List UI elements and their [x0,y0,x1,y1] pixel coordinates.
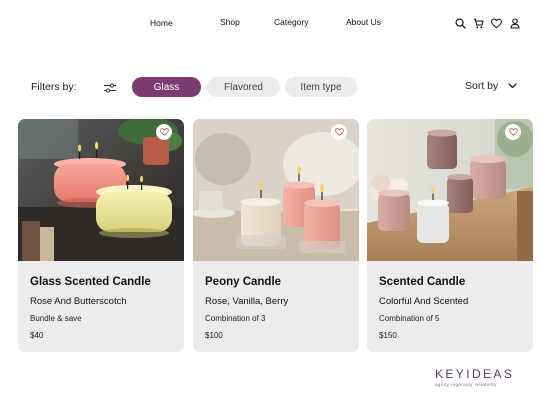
product-price: $40 [30,331,44,340]
product-image [18,119,184,261]
product-price: $150 [379,331,397,340]
product-subtitle: Rose, Vanilla, Berry [205,296,289,307]
nav-home-link[interactable]: Home [150,18,173,28]
favorite-heart-icon[interactable] [156,124,172,140]
product-subtitle: Rose And Butterscotch [30,296,127,307]
nav-icon-group [454,17,521,30]
product-price: $100 [205,331,223,340]
product-card[interactable]: Glass Scented Candle Rose And Butterscot… [18,119,184,352]
brand-logo: KEYIDEAS agility·ingenuity·reliability [435,367,514,387]
sort-label: Sort by [465,80,499,92]
sort-dropdown[interactable]: Sort by [465,80,517,92]
product-image [367,119,533,261]
product-card[interactable]: Scented Candle Colorful And Scented Comb… [367,119,533,352]
user-icon[interactable] [508,17,521,30]
product-title: Peony Candle [205,276,282,288]
nav-shop-link[interactable]: Shop [220,17,240,27]
cart-icon[interactable] [472,17,485,30]
filter-chip-glass[interactable]: Glass [132,77,201,97]
filter-chip-flavored[interactable]: Flavored [207,77,280,97]
brand-name: KEYIDEAS [435,367,515,381]
product-subtitle: Colorful And Scented [379,296,469,307]
heart-icon[interactable] [490,17,503,30]
chevron-down-icon [508,83,517,89]
product-note: Bundle & save [30,314,82,323]
product-card[interactable]: Peony Candle Rose, Vanilla, Berry Combin… [193,119,359,352]
product-image [193,119,359,261]
search-icon[interactable] [454,17,467,30]
product-note: Combination of 3 [205,314,266,323]
filter-bar: Filters by: Glass Flavored Item type Sor… [0,77,541,97]
brand-tagline: agility·ingenuity·reliability [435,382,497,387]
favorite-heart-icon[interactable] [331,124,347,140]
favorite-heart-icon[interactable] [505,124,521,140]
product-title: Scented Candle [379,276,466,288]
nav-category-link[interactable]: Category [274,17,309,27]
nav-about-link[interactable]: About Us [346,17,381,27]
filter-sliders-icon[interactable] [103,81,117,93]
filters-label: Filters by: [31,81,77,93]
filter-chip-item-type[interactable]: Item type [285,77,357,97]
product-note: Combination of 5 [379,314,440,323]
product-title: Glass Scented Candle [30,276,151,288]
